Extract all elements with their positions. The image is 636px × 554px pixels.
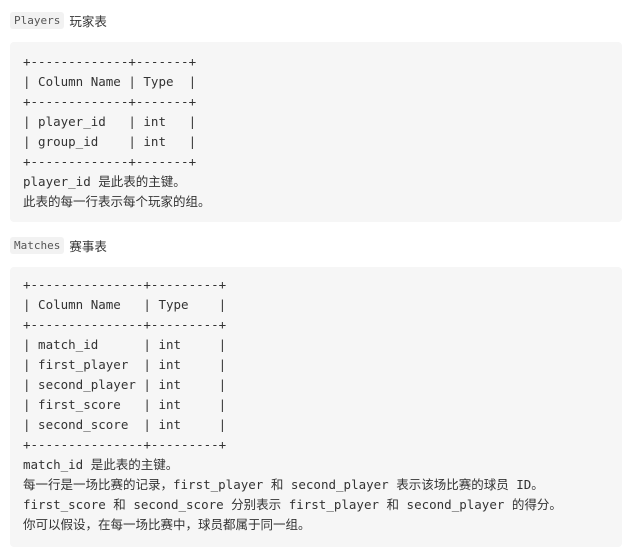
matches-heading: Matches 赛事表 [10, 235, 107, 255]
players-heading: Players 玩家表 [10, 10, 107, 30]
code-line: | first_player | int | [23, 357, 227, 372]
code-line: +---------------+---------+ [23, 437, 227, 452]
code-line: | group_id | int | [23, 134, 197, 149]
code-line: | second_score | int | [23, 417, 227, 432]
code-line: +---------------+---------+ [23, 277, 227, 292]
players-code-block: +-------------+-------+ | Column Name | … [10, 42, 622, 222]
players-table-name: Players [10, 11, 65, 29]
matches-code-block: +---------------+---------+ | Column Nam… [10, 267, 622, 547]
code-line: first_score 和 second_score 分别表示 first_pl… [23, 497, 562, 512]
code-line: 每一行是一场比赛的记录，first_player 和 second_player… [23, 477, 544, 492]
code-line: | second_player | int | [23, 377, 227, 392]
code-line: 此表的每一行表示每个玩家的组。 [23, 194, 211, 209]
code-line: match_id 是此表的主键。 [23, 457, 179, 472]
code-line: | Column Name | Type | [23, 297, 227, 312]
code-line: 你可以假设，在每一场比赛中，球员都属于同一组。 [23, 517, 311, 532]
code-line: +---------------+---------+ [23, 317, 227, 332]
code-line: | match_id | int | [23, 337, 227, 352]
matches-table-title: 赛事表 [69, 238, 107, 254]
code-line: +-------------+-------+ [23, 54, 197, 69]
code-line: +-------------+-------+ [23, 94, 197, 109]
code-line: +-------------+-------+ [23, 154, 197, 169]
code-line: | first_score | int | [23, 397, 227, 412]
code-line: | player_id | int | [23, 114, 197, 129]
players-table-title: 玩家表 [69, 13, 107, 29]
code-line: | Column Name | Type | [23, 74, 197, 89]
code-line: player_id 是此表的主键。 [23, 174, 186, 189]
matches-table-name: Matches [10, 236, 65, 254]
